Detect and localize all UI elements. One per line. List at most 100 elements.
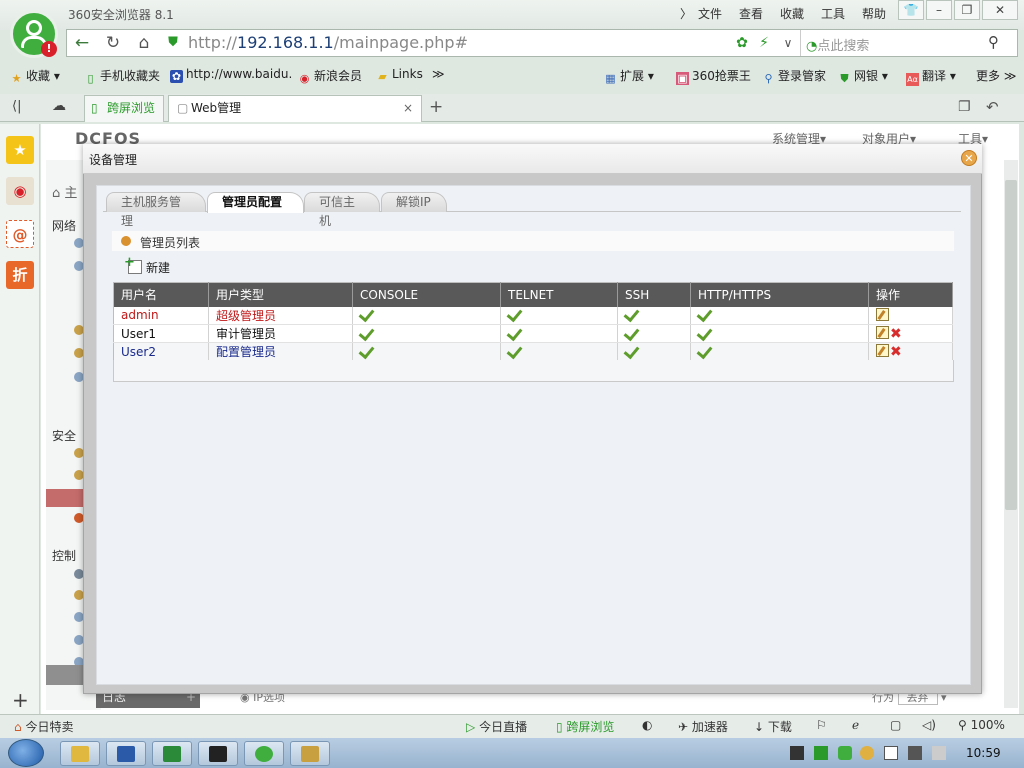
menu-favorites[interactable]: 收藏 [780,5,804,22]
flag-icon[interactable]: ⚐ [816,718,827,732]
menu-tools[interactable]: 工具 [821,5,845,22]
tab-cross-screen[interactable]: ▯ 跨屏浏览 [84,95,164,122]
ie-mode-icon[interactable]: ℯ [852,718,859,732]
discount-icon[interactable]: 折 [6,261,34,289]
tray-network-icon[interactable] [908,746,922,760]
excel-taskbar-icon[interactable] [152,741,192,766]
col-user-type[interactable]: 用户类型 [208,282,353,307]
tray-app-icon[interactable] [860,746,874,760]
tray-film-icon[interactable] [790,746,804,760]
accelerator-link[interactable]: ✈ 加速器 [678,718,728,735]
menu-view[interactable]: 查看 [739,5,763,22]
table-row[interactable]: User2 配置管理员 ✖ [113,342,953,361]
nav-section-control[interactable]: 控制 [52,547,76,564]
weibo-icon[interactable]: ◉ [6,177,34,205]
dialog-title-bar[interactable] [83,144,982,174]
skin-button[interactable]: 👕 [898,0,924,20]
nav-section-security[interactable]: 安全 [52,427,76,444]
cmd-taskbar-icon[interactable] [198,741,238,766]
mail-icon[interactable]: @ [6,220,34,248]
cell-username[interactable]: User2 [113,342,209,361]
login-manager-button[interactable]: ⚲ 登录管家 [762,67,826,85]
menu-arrow-icon[interactable]: 〉 [680,5,692,22]
nav-section-network[interactable]: 网络 [52,217,76,234]
col-username[interactable]: 用户名 [113,282,209,307]
download-link[interactable]: ↓ 下载 [754,718,792,735]
home-icon[interactable]: ⌂ [132,31,156,55]
cross-screen-link[interactable]: ▯ 跨屏浏览 [556,718,614,735]
bookmark-links[interactable]: ▰ Links [376,67,423,83]
speed-mode-icon[interactable]: ⚡ [752,31,776,55]
page-scrollbar-thumb[interactable] [1005,180,1017,510]
bookmark-sina[interactable]: ◉ 新浪会员 [298,67,362,85]
tab-web-admin[interactable]: ▢ Web管理 × [168,95,422,122]
delete-icon[interactable]: ✖ [890,326,902,342]
tab-host-service[interactable]: 主机服务管理 [106,192,206,228]
refresh-icon[interactable]: ↻ [101,31,125,55]
delete-icon[interactable]: ✖ [890,344,902,360]
browser-logo-icon[interactable]: ! [10,10,58,58]
edit-icon[interactable] [876,308,889,322]
daily-sale-link[interactable]: ⌂ 今日特卖 [14,718,73,735]
add-sidebar-item-icon[interactable]: + [12,688,29,712]
more-button[interactable]: 更多 ≫ [976,67,1016,84]
new-admin-button[interactable]: 新建 [124,255,170,276]
edit-icon[interactable] [876,325,889,339]
translate-button[interactable]: Aα 翻译 ▾ [906,67,956,86]
minimize-button[interactable]: – [926,0,952,20]
nav-home-icon[interactable]: ⌂ 主 [52,182,77,201]
cell-username[interactable]: admin [113,306,209,325]
url-text[interactable]: http://192.168.1.1/mainpage.php# [188,33,468,52]
word-taskbar-icon[interactable] [106,741,146,766]
tray-360-icon[interactable] [838,746,852,760]
back-icon[interactable]: ← [70,31,94,55]
tray-battery-icon[interactable] [814,746,828,760]
undo-close-icon[interactable]: ↶ [986,98,999,116]
cell-username[interactable]: User1 [113,324,209,343]
restore-tabs-icon[interactable]: ❐ [958,99,971,115]
tab-unlock-ip[interactable]: 解锁IP [381,192,447,212]
edit-icon[interactable] [876,343,889,357]
col-http[interactable]: HTTP/HTTPS [690,282,869,307]
moon-icon[interactable]: ◐ [642,718,652,732]
bookmark-favorites[interactable]: ★ 收藏 ▾ [10,67,60,85]
table-row[interactable]: User1 审计管理员 ✖ [113,324,953,343]
security-check-icon[interactable]: ✿ [730,31,754,55]
tab-admin-config[interactable]: 管理员配置 [207,192,304,213]
start-button[interactable] [8,739,44,767]
col-ssh[interactable]: SSH [617,282,691,307]
dialog-close-icon[interactable]: ✕ [961,150,977,166]
sidebar-toggle-icon[interactable]: ⟨| [12,99,21,114]
star-icon[interactable]: ★ [6,136,34,164]
tab-trusted-host[interactable]: 可信主机 [304,192,380,228]
maximize-button[interactable]: ❐ [954,0,980,20]
table-row[interactable]: admin 超级管理员 [113,306,953,325]
col-telnet[interactable]: TELNET [500,282,618,307]
bookmark-mobile[interactable]: ▯ 手机收藏夹 [84,67,160,85]
search-input[interactable]: ◔点此搜索 [806,35,869,54]
menu-help[interactable]: 帮助 [862,5,886,22]
explorer-taskbar-icon[interactable] [60,741,100,766]
window-icon[interactable]: ▢ [890,718,901,732]
extensions-button[interactable]: ▦ 扩展 ▾ [604,67,654,85]
search-icon[interactable]: ⚲ [988,33,999,51]
col-console[interactable]: CONSOLE [352,282,501,307]
browser-taskbar-icon[interactable] [244,741,284,766]
clock[interactable]: 10:59 [966,746,1001,760]
zoom-control[interactable]: ⚲ 100% [958,718,1005,732]
new-tab-button[interactable]: + [429,97,443,117]
more-bookmarks-icon[interactable]: ≫ [432,67,445,81]
volume-icon[interactable]: ◁) [922,718,936,732]
tab-close-icon[interactable]: × [403,96,413,121]
menu-file[interactable]: 文件 [698,5,722,22]
app-taskbar-icon[interactable] [290,741,330,766]
live-link[interactable]: ▷ 今日直播 [466,718,527,735]
tray-volume-icon[interactable] [932,746,946,760]
bookmark-baidu[interactable]: ✿ http://www.baidu. [170,67,292,83]
tray-clipboard-icon[interactable] [884,746,898,760]
chevron-down-icon[interactable]: ∨ [776,31,800,55]
cloud-icon[interactable]: ☁ [52,98,66,114]
close-window-button[interactable]: ✕ [982,0,1018,20]
ticket-app-button[interactable]: ▣ 360抢票王 [676,67,751,85]
ebank-button[interactable]: ⛊ 网银 ▾ [838,67,887,85]
